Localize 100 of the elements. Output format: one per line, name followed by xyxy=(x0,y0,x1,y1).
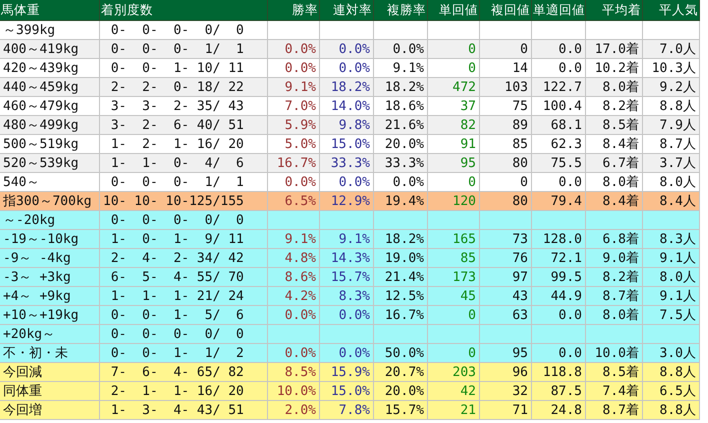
table-cell: 0.0 xyxy=(532,40,586,59)
table-cell: 0 xyxy=(428,344,480,363)
table-cell: 99.5 xyxy=(532,268,586,287)
column-header: 単適回値 xyxy=(532,0,586,21)
row-label: 同体重 xyxy=(0,382,100,401)
table-cell: 18.2% xyxy=(374,230,428,249)
table-cell: 45 xyxy=(428,287,480,306)
table-cell: 42 xyxy=(428,382,480,401)
table-cell: 19.4% xyxy=(374,192,428,211)
table-cell: 122.7 xyxy=(532,78,586,97)
table-cell: 15.7% xyxy=(320,268,374,287)
table-cell: 91 xyxy=(428,135,480,154)
table-cell: 8.0着 xyxy=(586,78,643,97)
table-cell: 6.7着 xyxy=(586,154,643,173)
table-cell: 0.0% xyxy=(320,40,374,59)
table-cell: 8.7着 xyxy=(586,287,643,306)
table-cell: 118.8 xyxy=(532,363,586,382)
table-cell: 9.2人 xyxy=(643,78,700,97)
table-cell: 0.0% xyxy=(374,40,428,59)
table-cell: 16.7% xyxy=(374,306,428,325)
table-cell: 1- 3- 4- 43/ 51 xyxy=(100,401,268,420)
table-cell: 12.5% xyxy=(374,287,428,306)
table-cell: 15.0% xyxy=(320,382,374,401)
table-cell: 0.0% xyxy=(268,59,320,78)
table-cell: 9.8% xyxy=(320,116,374,135)
table-cell: 3- 3- 2- 35/ 43 xyxy=(100,97,268,116)
table-cell: 0.0% xyxy=(374,173,428,192)
table-cell: 4.2% xyxy=(268,287,320,306)
table-cell: 0.0% xyxy=(268,344,320,363)
table-cell: 18.2% xyxy=(320,78,374,97)
table-cell: 10.2着 xyxy=(586,59,643,78)
table-cell: 50.0% xyxy=(374,344,428,363)
table-cell: 82 xyxy=(428,116,480,135)
table-cell: 8.3人 xyxy=(643,230,700,249)
table-cell: 80 xyxy=(480,154,532,173)
table-cell: 3- 2- 6- 40/ 51 xyxy=(100,116,268,135)
table-cell: 21.4% xyxy=(374,268,428,287)
table-cell: 9.1% xyxy=(268,230,320,249)
table-cell: 0 xyxy=(428,59,480,78)
table-cell: 8.0着 xyxy=(586,173,643,192)
table-cell: 20.0% xyxy=(374,382,428,401)
table-cell: 173 xyxy=(428,268,480,287)
table-cell: 7.9人 xyxy=(643,116,700,135)
row-label: ～-20kg xyxy=(0,211,100,230)
table-cell: 203 xyxy=(428,363,480,382)
table-cell: 37 xyxy=(428,97,480,116)
table-cell: 17.0着 xyxy=(586,40,643,59)
table-cell: 97 xyxy=(480,268,532,287)
column-header: 単回値 xyxy=(428,0,480,21)
table-cell: 0.0 xyxy=(532,306,586,325)
table-cell: 95 xyxy=(428,154,480,173)
table-cell: 6.5人 xyxy=(643,382,700,401)
column-header: 複回値 xyxy=(480,0,532,21)
table-cell: 8.4着 xyxy=(586,135,643,154)
table-cell: 8.7着 xyxy=(586,401,643,420)
column-header: 平均着 xyxy=(586,0,643,21)
table-cell: 44.9 xyxy=(532,287,586,306)
table-cell: 0.0 xyxy=(532,344,586,363)
table-cell: 7- 6- 4- 65/ 82 xyxy=(100,363,268,382)
row-label: -19～-10kg xyxy=(0,230,100,249)
column-header: 平人気 xyxy=(643,0,700,21)
table-cell: 6.8着 xyxy=(586,230,643,249)
table-cell: 10.0% xyxy=(268,382,320,401)
row-label: 400～419kg xyxy=(0,40,100,59)
table-cell: 8.6% xyxy=(268,268,320,287)
table-cell: 33.3% xyxy=(320,154,374,173)
table-cell: 0- 0- 1- 5/ 6 xyxy=(100,306,268,325)
table-cell: 8.2着 xyxy=(586,97,643,116)
row-label: 今回増 xyxy=(0,401,100,420)
table-cell: 7.0% xyxy=(268,97,320,116)
table-cell: 8.4着 xyxy=(586,192,643,211)
table-cell: 0- 0- 0- 0/ 0 xyxy=(100,21,268,40)
table-cell: 8.0人 xyxy=(643,173,700,192)
table-cell: 0 xyxy=(428,306,480,325)
table-cell: 0- 0- 1- 1/ 2 xyxy=(100,344,268,363)
row-label: -9～ -4kg xyxy=(0,249,100,268)
column-header: 馬体重 xyxy=(0,0,100,21)
row-label: +10～+19kg xyxy=(0,306,100,325)
row-label: 520～539kg xyxy=(0,154,100,173)
table-cell: 85 xyxy=(428,249,480,268)
table-cell: 33.3% xyxy=(374,154,428,173)
table-cell: 72.1 xyxy=(532,249,586,268)
table-cell: 0- 0- 1- 10/ 11 xyxy=(100,59,268,78)
table-cell: 8.8人 xyxy=(643,401,700,420)
table-cell: 5.0% xyxy=(268,135,320,154)
table-cell: 3.7人 xyxy=(643,154,700,173)
table-cell: 103 xyxy=(480,78,532,97)
column-header: 着別度数 xyxy=(100,0,268,21)
table-cell: 76 xyxy=(480,249,532,268)
column-header: 勝率 xyxy=(268,0,320,21)
table-cell: 8.4人 xyxy=(643,192,700,211)
table-cell: 9.1人 xyxy=(643,249,700,268)
table-cell: 128.0 xyxy=(532,230,586,249)
table-cell: 0- 0- 0- 1/ 1 xyxy=(100,173,268,192)
table-cell: 8.5% xyxy=(268,363,320,382)
table-cell: 21.6% xyxy=(374,116,428,135)
table-cell: 10.3人 xyxy=(643,59,700,78)
table-cell: 8.8人 xyxy=(643,97,700,116)
table-cell: 95 xyxy=(480,344,532,363)
table-cell: 9.1% xyxy=(268,78,320,97)
